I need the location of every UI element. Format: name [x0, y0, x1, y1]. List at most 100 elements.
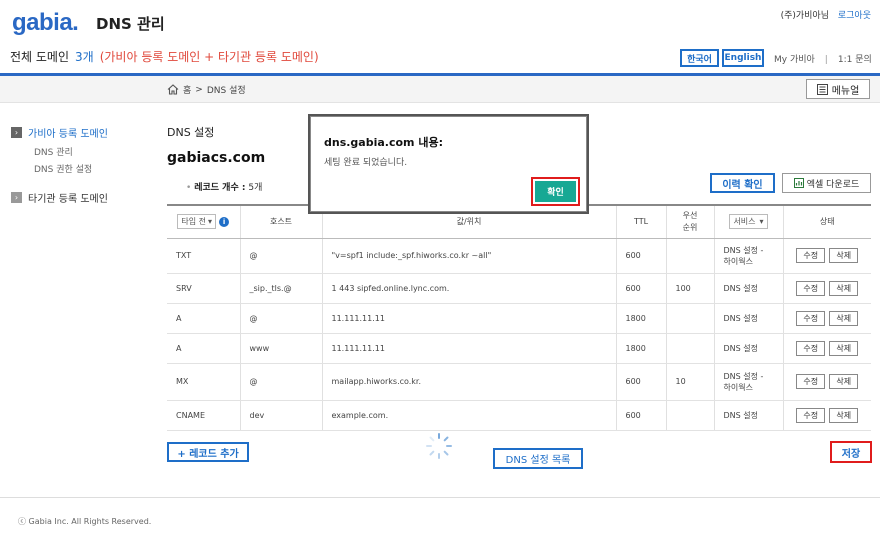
edit-record-button[interactable]: 수정 — [796, 280, 826, 296]
breadcrumb-home[interactable]: 홈 — [183, 83, 191, 96]
domain-all-label: 전체 도메인 — [10, 50, 70, 64]
record-actions-cell: 수정 삭제 — [782, 333, 871, 364]
record-value-cell: 1 443 sipfed.online.lync.com. — [321, 273, 616, 304]
record-ttl-cell: 1800 — [615, 333, 666, 364]
record-type-cell: TXT — [167, 238, 240, 274]
service-filter-select[interactable]: 서비스 ▾ — [729, 214, 768, 230]
info-icon[interactable]: i — [219, 217, 230, 228]
footer-divider — [0, 497, 880, 498]
home-icon[interactable] — [167, 84, 179, 95]
lang-english-button[interactable]: English — [722, 49, 764, 67]
top-links: My 가비아 | 1:1 문의 — [774, 55, 872, 65]
breadcrumb-current: DNS 설정 — [206, 86, 246, 96]
history-button[interactable]: 이력 확인 — [710, 173, 775, 193]
save-button[interactable]: 저장 — [830, 441, 872, 463]
table-row: Awww 11.111.11.11 1800 DNS 설정 수정 삭제 — [167, 333, 871, 364]
dns-record-table: 타입 전 ▾ i 호스트 값/위치 TTL 우선 순위 서비스 ▾ 상태 TXT @ "v… — [167, 204, 871, 431]
excel-download-label: 엑셀 다운로드 — [806, 179, 860, 190]
domain-summary: 전체 도메인 3개 (가비아 등록 도메인 + 타기관 등록 도메인) — [10, 48, 319, 65]
logout-link[interactable]: 로그아웃 — [838, 11, 871, 21]
record-priority-cell: 10 — [665, 363, 714, 401]
record-service-cell: DNS 설정 - 하이웍스 — [713, 363, 783, 401]
table-row: TXT @ "v=spf1 include:_spf.hiworks.co.kr ~… — [167, 238, 871, 274]
record-ttl-cell: 600 — [615, 363, 666, 401]
delete-record-button[interactable]: 삭제 — [829, 310, 859, 326]
sidebar-item-gabia-domains[interactable]: › 가비아 등록 도메인 — [11, 125, 108, 140]
edit-record-button[interactable]: 수정 — [796, 340, 826, 356]
sidebar-item-dns-permission[interactable]: DNS 권한 설정 — [34, 162, 92, 175]
record-host-cell: dev — [239, 400, 322, 431]
record-type-cell: A — [167, 333, 240, 364]
domain-count: 3개 — [75, 50, 94, 64]
edit-record-button[interactable]: 수정 — [796, 374, 826, 389]
document-icon — [816, 83, 828, 95]
sidebar-item-label: 가비아 등록 도메인 — [28, 129, 108, 140]
dns-record-body: TXT @ "v=spf1 include:_spf.hiworks.co.kr ~… — [167, 238, 871, 431]
my-gabia-link[interactable]: My 가비아 — [774, 55, 815, 65]
excel-icon — [793, 178, 804, 188]
record-host-cell: @ — [239, 363, 322, 401]
record-type-cell: SRV — [167, 273, 240, 304]
delete-record-button[interactable]: 삭제 — [829, 340, 859, 356]
table-row: SRV _sip._tls.@ 1 443 sipfed.online.lync.c… — [167, 273, 871, 304]
user-area: (주)가비아님 로그아웃 — [781, 8, 871, 21]
table-row: MX @ mailapp.hiworks.co.kr. 600 10 DNS 설정 - 하… — [167, 363, 871, 401]
service-filter-value: 서비스 — [733, 217, 756, 227]
type-filter-value: 타입 전 — [181, 217, 207, 227]
edit-record-button[interactable]: 수정 — [796, 248, 826, 263]
loading-spinner-icon — [426, 433, 452, 459]
alert-dialog: dns.gabia.com 내용: 세팅 완료 되었습니다. 확인 — [310, 116, 587, 212]
record-host-cell: _sip._tls.@ — [239, 273, 322, 304]
record-service-cell: DNS 설정 — [713, 400, 783, 431]
record-ttl-cell: 600 — [615, 238, 666, 274]
record-service-cell: DNS 설정 - 하이웍스 — [713, 238, 783, 274]
record-count: • 레코드 개수 : 5개 — [186, 183, 263, 193]
sidebar-item-other-domains[interactable]: › 타기관 등록 도메인 — [11, 190, 108, 205]
delete-record-button[interactable]: 삭제 — [829, 280, 859, 296]
breadcrumb-separator: > — [195, 84, 203, 95]
type-filter-select[interactable]: 타입 전 ▾ — [177, 214, 217, 230]
support-link[interactable]: 1:1 문의 — [838, 55, 872, 65]
lang-korean-button[interactable]: 한국어 — [680, 49, 719, 67]
record-priority-cell — [665, 400, 714, 431]
record-type-cell: CNAME — [167, 400, 240, 431]
record-actions-cell: 수정 삭제 — [782, 238, 871, 274]
delete-record-button[interactable]: 삭제 — [829, 248, 859, 263]
user-name: (주)가비아님 — [780, 11, 829, 21]
delete-record-button[interactable]: 삭제 — [829, 407, 859, 423]
record-host-cell: @ — [239, 303, 322, 334]
dialog-title: dns.gabia.com 내용: — [324, 136, 443, 149]
manual-button-label: 메뉴얼 — [831, 85, 860, 97]
dialog-message: 세팅 완료 되었습니다. — [324, 158, 408, 168]
type-header: 타입 전 ▾ i — [167, 204, 240, 239]
chevron-down-icon: ▾ — [759, 217, 764, 227]
dialog-ok-button[interactable]: 확인 — [535, 181, 576, 202]
record-ttl-cell: 600 — [615, 273, 666, 304]
domain-name: gabiacs.com — [167, 150, 266, 166]
record-count-value: 5개 — [248, 183, 263, 193]
record-actions-cell: 수정 삭제 — [782, 363, 871, 401]
record-ttl-cell: 600 — [615, 400, 666, 431]
edit-record-button[interactable]: 수정 — [796, 407, 826, 423]
record-value-cell: mailapp.hiworks.co.kr. — [321, 363, 616, 401]
priority-header: 우선 순위 — [665, 204, 714, 239]
record-type-cell: MX — [167, 363, 240, 401]
delete-record-button[interactable]: 삭제 — [829, 374, 859, 389]
gabia-logo[interactable]: gabia. — [12, 9, 79, 37]
manual-button[interactable]: 메뉴얼 — [806, 79, 870, 99]
edit-record-button[interactable]: 수정 — [796, 310, 826, 326]
sidebar-item-label: 타기관 등록 도메인 — [28, 194, 108, 205]
page-title: DNS 관리 — [96, 15, 165, 33]
record-host-cell: @ — [239, 238, 322, 274]
section-title: DNS 설정 — [167, 126, 215, 139]
dns-list-button[interactable]: DNS 설정 목록 — [493, 448, 583, 469]
chevron-right-icon: › — [11, 192, 22, 203]
record-ttl-cell: 1800 — [615, 303, 666, 334]
sidebar-item-dns-manage[interactable]: DNS 관리 — [34, 145, 73, 158]
service-header: 서비스 ▾ — [713, 204, 783, 239]
excel-download-button[interactable]: 엑셀 다운로드 — [782, 173, 871, 193]
add-record-button[interactable]: + 레코드 추가 — [167, 442, 249, 462]
record-value-cell: example.com. — [321, 400, 616, 431]
record-service-cell: DNS 설정 — [713, 273, 783, 304]
ttl-header: TTL — [615, 204, 666, 239]
